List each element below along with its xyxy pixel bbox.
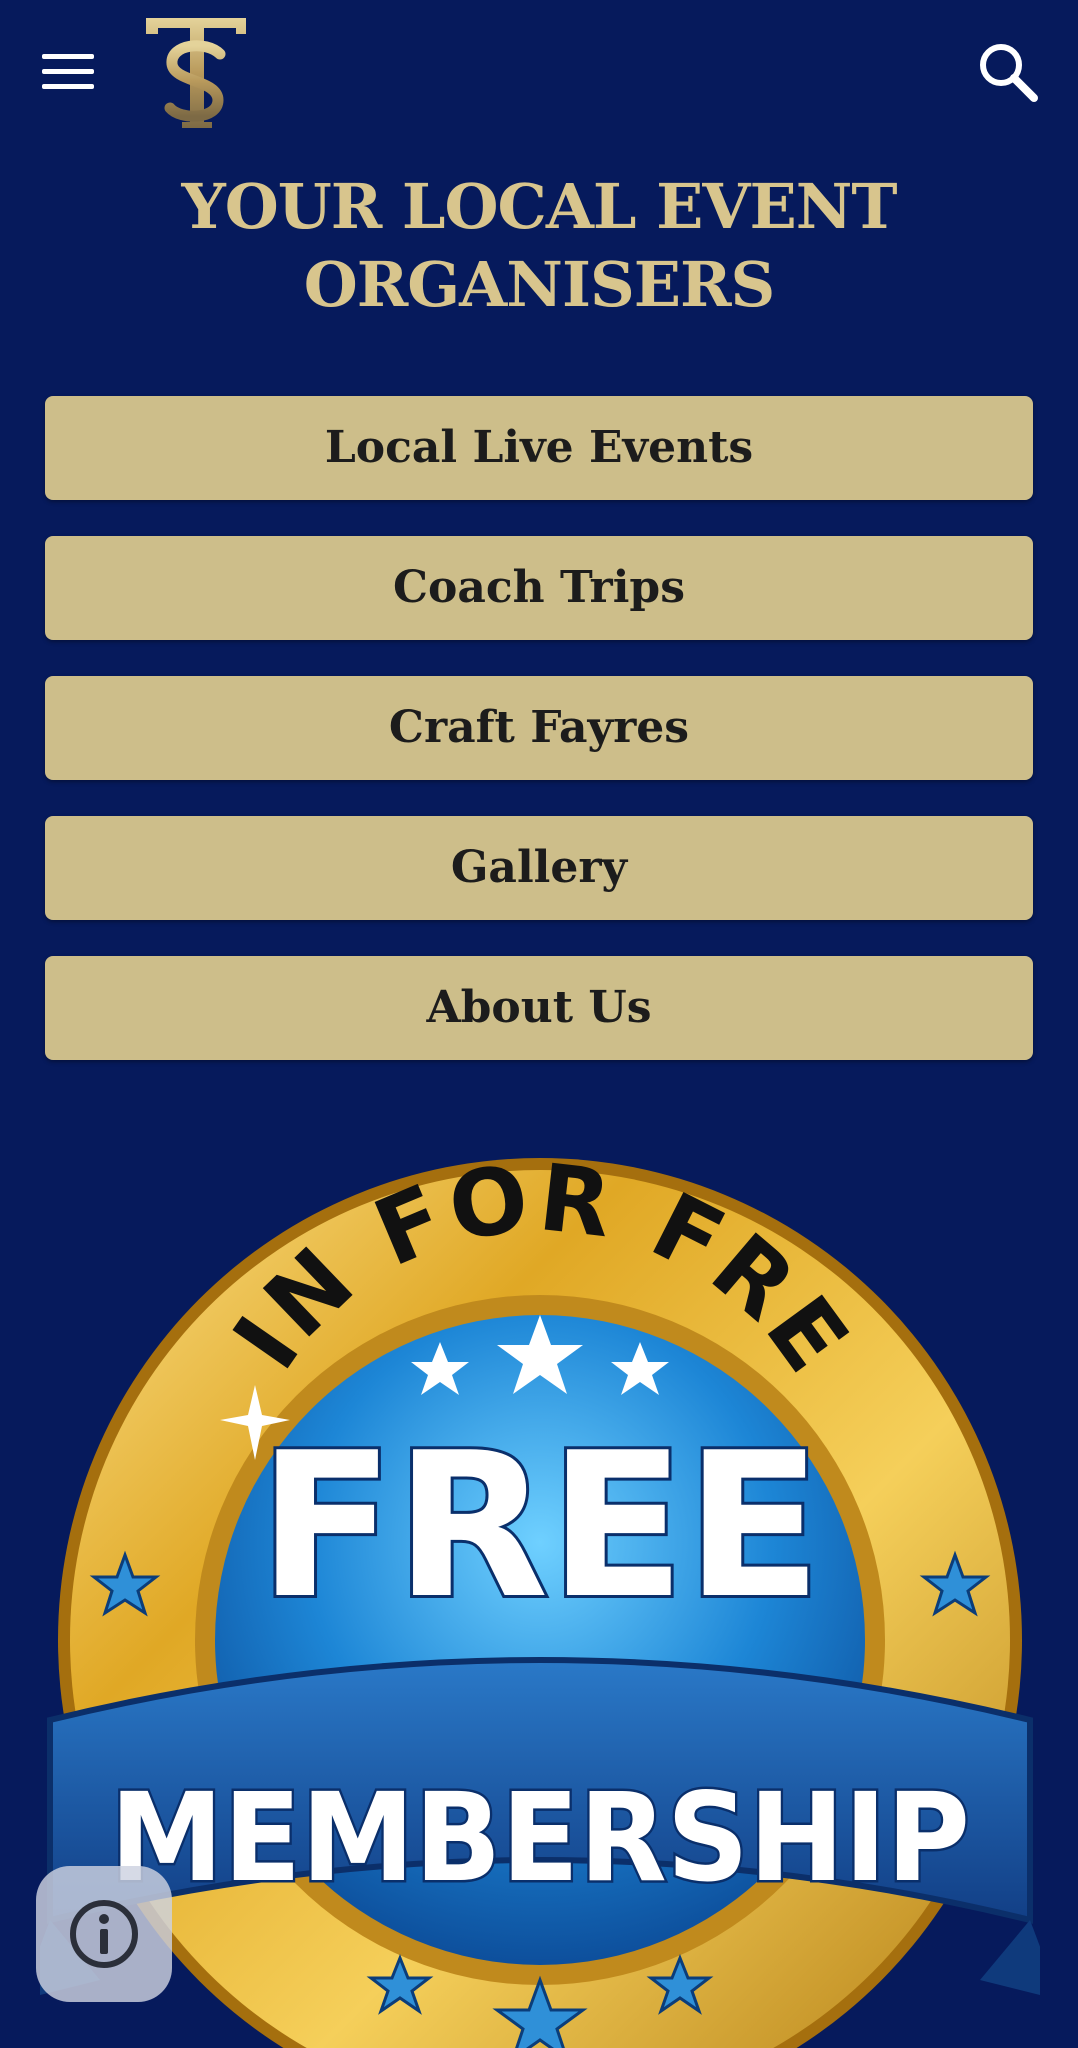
main-nav: Local Live Events Coach Trips Craft Fayr…: [45, 396, 1033, 1096]
hamburger-menu-icon[interactable]: [38, 50, 98, 96]
membership-badge-graphic: JOIN FOR FREE! FREE MEMBERSHIP: [40, 1100, 1040, 2048]
badge-free-text: FREE: [258, 1410, 822, 1643]
nav-button-craft-fayres[interactable]: Craft Fayres: [45, 676, 1033, 780]
site-logo[interactable]: [140, 14, 252, 132]
nav-button-local-live-events[interactable]: Local Live Events: [45, 396, 1033, 500]
headline-line-1: YOUR LOCAL EVENT: [181, 170, 897, 243]
nav-button-gallery[interactable]: Gallery: [45, 816, 1033, 920]
page-headline: YOUR LOCAL EVENT ORGANISERS: [60, 168, 1018, 324]
search-icon[interactable]: [974, 38, 1044, 108]
info-button[interactable]: [36, 1866, 172, 2002]
nav-button-coach-trips[interactable]: Coach Trips: [45, 536, 1033, 640]
badge-membership-text: MEMBERSHIP: [110, 1767, 970, 1909]
free-membership-badge[interactable]: JOIN FOR FREE! FREE MEMBERSHIP: [40, 1100, 1040, 2048]
nav-button-about-us[interactable]: About Us: [45, 956, 1033, 1060]
top-bar: [0, 0, 1078, 150]
headline-line-2: ORGANISERS: [303, 248, 776, 321]
info-icon: [70, 1900, 138, 1968]
